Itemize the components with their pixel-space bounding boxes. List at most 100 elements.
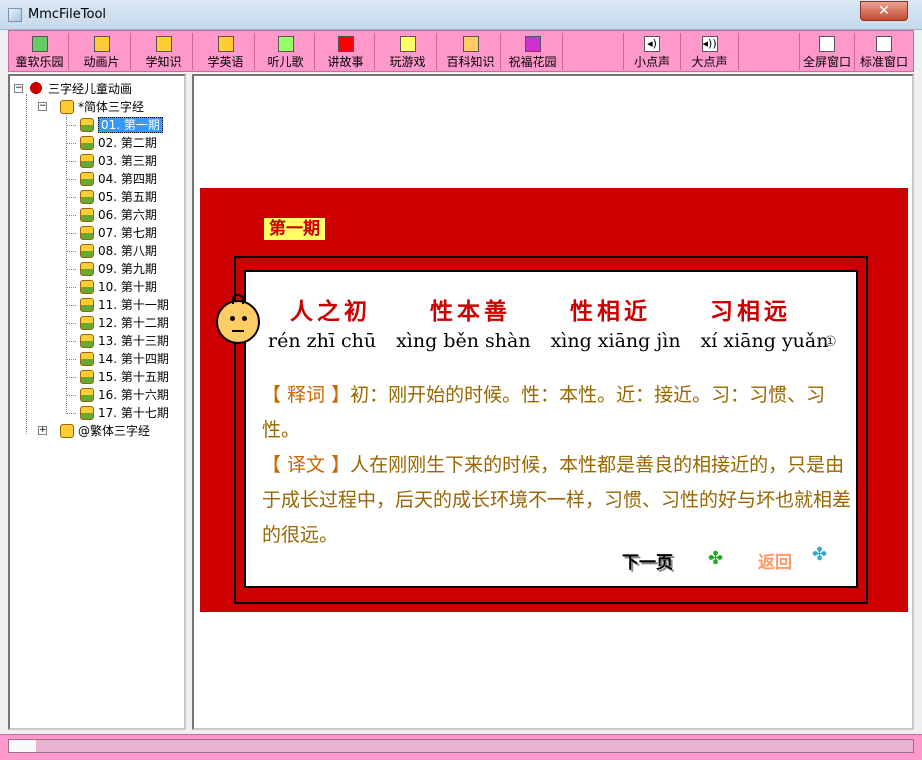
volume-up-icon: ◂))	[701, 36, 718, 52]
tree-connector	[66, 269, 76, 270]
tree-connector	[66, 287, 76, 288]
toolbar-button-volume-down[interactable]: ◂) 小点声	[623, 33, 681, 70]
tree-connector	[66, 143, 76, 144]
tree-item[interactable]: 10. 第十期	[66, 278, 157, 296]
episode-icon	[80, 334, 94, 348]
child-face-icon	[216, 294, 260, 344]
tree-item-label: 05. 第五期	[98, 190, 157, 204]
tree-item[interactable]: 17. 第十七期	[66, 404, 169, 422]
paw-icon: ✤	[708, 548, 724, 569]
episode-icon	[80, 280, 94, 294]
toolbar-button-knowledge[interactable]: 学知识	[135, 33, 193, 70]
tree-item[interactable]: 11. 第十一期	[66, 296, 169, 314]
collapse-icon[interactable]: −	[14, 84, 23, 93]
status-bar	[0, 734, 922, 760]
tree-item[interactable]: 07. 第七期	[66, 224, 157, 242]
tree-item-label: 09. 第九期	[98, 262, 157, 276]
tree-item-label: 07. 第七期	[98, 226, 157, 240]
root-icon	[30, 82, 44, 96]
toolbar-button-encyclopedia[interactable]: 百科知识	[441, 33, 501, 70]
expand-icon[interactable]: +	[38, 426, 47, 435]
normal-window-icon	[876, 36, 892, 52]
paw-icon: ✤	[812, 544, 828, 565]
kids-park-icon	[31, 36, 48, 52]
tree-group-simplified[interactable]: − *简体三字经	[38, 98, 144, 116]
tree-connector	[66, 359, 76, 360]
tree-group-traditional[interactable]: + @繁体三字经	[38, 422, 150, 440]
lesson-frame: 人之初 性本善 性相近 习相远 rén zhī chū xìng běn shàn xìn…	[216, 256, 868, 604]
window-title: MmcFileTool	[28, 7, 107, 22]
progress-bar	[8, 739, 914, 753]
toolbar-button-normal-window[interactable]: 标准窗口	[855, 33, 913, 70]
toolbar-button-fullscreen[interactable]: 全屏窗口	[799, 33, 855, 70]
toolbar-button-kids-park[interactable]: 童软乐园	[11, 33, 69, 70]
tree-item[interactable]: 08. 第八期	[66, 242, 157, 260]
collapse-icon[interactable]: −	[38, 102, 47, 111]
tree-item[interactable]: 13. 第十三期	[66, 332, 169, 350]
tree-item-label: 16. 第十六期	[98, 388, 169, 402]
tree-item[interactable]: 01. 第一期	[66, 116, 163, 134]
tree-item[interactable]: 02. 第二期	[66, 134, 157, 152]
tree-item-label: 06. 第六期	[98, 208, 157, 222]
tree-item[interactable]: 06. 第六期	[66, 206, 157, 224]
volume-down-icon: ◂)	[644, 36, 660, 52]
tree-connector	[66, 179, 76, 180]
tree-item[interactable]: 03. 第三期	[66, 152, 157, 170]
tree-view[interactable]: − 三字经儿童动画 − *简体三字经 01. 第一期 02. 第二期 03. 第三期…	[8, 74, 186, 730]
tree-item[interactable]: 09. 第九期	[66, 260, 157, 278]
tree-connector	[26, 94, 27, 434]
tree-item-label: 10. 第十期	[98, 280, 157, 294]
close-button[interactable]: ✕	[860, 1, 908, 21]
lesson-card: 人之初 性本善 性相近 习相远 rén zhī chū xìng běn shàn xìn…	[216, 270, 858, 588]
tree-connector	[66, 161, 76, 162]
lesson-explanation: 【 释词 】初：刚开始的时候。性：本性。近：接近。习：习惯、习性。 【 译文 】…	[262, 378, 852, 553]
toolbar-button-cartoon[interactable]: 动画片	[73, 33, 131, 70]
episode-icon	[80, 316, 94, 330]
tree-connector	[66, 251, 76, 252]
toolbar-button-songs[interactable]: 听儿歌	[257, 33, 315, 70]
encyclopedia-icon	[462, 36, 479, 52]
tree-connector	[66, 125, 76, 126]
back-button[interactable]: 返回	[758, 548, 792, 573]
toolbar-button-story[interactable]: 讲故事	[317, 33, 375, 70]
translation: 【 译文 】人在刚刚生下来的时候，本性都是善良的相接近的，只是由于成长过程中，后…	[262, 454, 852, 546]
tree-item[interactable]: 12. 第十二期	[66, 314, 169, 332]
tree-item-label: 02. 第二期	[98, 136, 157, 150]
fullscreen-icon	[819, 36, 835, 52]
toolbar-button-volume-up[interactable]: ◂)) 大点声	[681, 33, 739, 70]
tree-item-label: 17. 第十七期	[98, 406, 169, 420]
toolbar-button-garden[interactable]: 祝福花园	[503, 33, 563, 70]
tree-item[interactable]: 15. 第十五期	[66, 368, 169, 386]
app-icon	[8, 8, 22, 22]
pinyin-phrase: xìng xiāng jìn	[550, 330, 681, 352]
tree-item[interactable]: 04. 第四期	[66, 170, 157, 188]
pinyin-phrase: rén zhī chū	[268, 330, 377, 352]
pinyin-phrase: xìng běn shàn	[396, 330, 531, 352]
tree-connector	[66, 341, 76, 342]
episode-label: 第一期	[264, 218, 325, 240]
episode-icon	[80, 118, 94, 132]
verse-phrase: 人之初	[290, 298, 371, 325]
verse-phrase: 性相近	[570, 298, 651, 325]
episode-icon	[80, 352, 94, 366]
tree-connector	[66, 305, 76, 306]
tree-item[interactable]: 16. 第十六期	[66, 386, 169, 404]
toolbar-button-english[interactable]: 学英语	[197, 33, 255, 70]
tree-item[interactable]: 05. 第五期	[66, 188, 157, 206]
songs-icon	[277, 36, 294, 52]
tree-item-label: 12. 第十二期	[98, 316, 169, 330]
next-page-button[interactable]: 下一页	[622, 548, 673, 573]
knowledge-icon	[155, 36, 172, 52]
tree-item[interactable]: 14. 第十四期	[66, 350, 169, 368]
word-notes: 【 释词 】初：刚开始的时候。性：本性。近：接近。习：习惯、习性。	[262, 384, 826, 441]
tree-item-label: 11. 第十一期	[98, 298, 169, 312]
toolbar-button-game[interactable]: 玩游戏	[379, 33, 437, 70]
tree-connector	[66, 233, 76, 234]
tree-connector	[66, 215, 76, 216]
tree-root[interactable]: − 三字经儿童动画	[14, 80, 132, 98]
story-icon	[337, 36, 354, 52]
episode-icon	[80, 388, 94, 402]
verse-phrase: 性本善	[430, 298, 511, 325]
progress-fill	[9, 740, 37, 752]
garden-icon	[524, 36, 541, 52]
